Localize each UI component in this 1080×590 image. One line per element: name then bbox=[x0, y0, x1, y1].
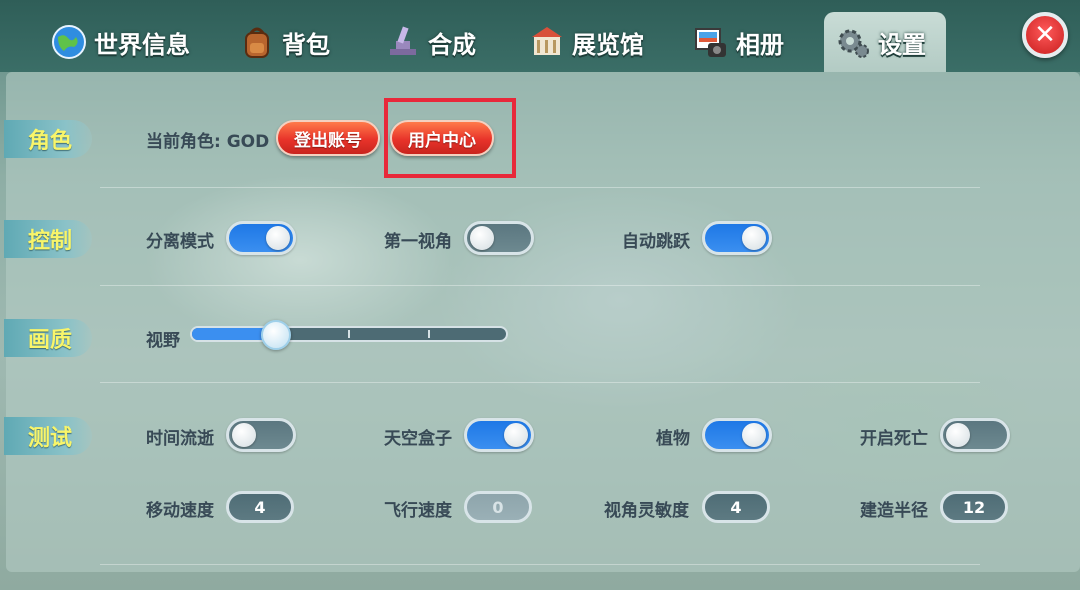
slider-tick bbox=[428, 330, 430, 338]
divider bbox=[100, 285, 980, 286]
section-label-quality: 画质 bbox=[4, 319, 92, 357]
time-flow-toggle[interactable] bbox=[226, 418, 296, 452]
annotation-highlight-box bbox=[384, 98, 516, 178]
move-speed-label: 移动速度 bbox=[146, 500, 214, 521]
fov-slider-track[interactable] bbox=[190, 326, 508, 342]
tab-backpack[interactable]: 背包 bbox=[228, 12, 340, 72]
fly-speed-field[interactable]: 0 bbox=[464, 491, 532, 523]
divider bbox=[100, 382, 980, 383]
divider bbox=[100, 187, 980, 188]
build-radius-field[interactable]: 12 bbox=[940, 491, 1008, 523]
tab-label: 展览馆 bbox=[572, 30, 644, 59]
first-person-toggle[interactable] bbox=[464, 221, 534, 255]
first-person-label: 第一视角 bbox=[384, 231, 452, 252]
toggle-knob bbox=[742, 423, 766, 447]
view-sensitivity-label: 视角灵敏度 bbox=[604, 500, 689, 521]
auto-jump-label: 自动跳跃 bbox=[622, 231, 690, 252]
death-label: 开启死亡 bbox=[860, 428, 928, 449]
logout-button[interactable]: 登出账号 bbox=[276, 120, 380, 156]
move-speed-field[interactable]: 4 bbox=[226, 491, 294, 523]
tab-settings[interactable]: 设置 bbox=[824, 12, 946, 72]
museum-icon bbox=[528, 23, 566, 61]
tab-photo-album[interactable]: 相册 bbox=[682, 12, 794, 72]
slider-tick bbox=[348, 330, 350, 338]
tab-world-info[interactable]: 世界信息 bbox=[40, 12, 200, 72]
skybox-toggle[interactable] bbox=[464, 418, 534, 452]
camera-photo-icon bbox=[692, 23, 730, 61]
toggle-knob bbox=[946, 423, 970, 447]
separate-mode-label: 分离模式 bbox=[146, 231, 214, 252]
toggle-knob bbox=[470, 226, 494, 250]
close-button[interactable]: ✕ bbox=[1022, 12, 1068, 58]
tab-crafting[interactable]: 合成 bbox=[374, 12, 486, 72]
plants-toggle[interactable] bbox=[702, 418, 772, 452]
tab-label: 世界信息 bbox=[94, 30, 190, 59]
gear-icon bbox=[834, 23, 872, 61]
tab-museum[interactable]: 展览馆 bbox=[518, 12, 654, 72]
toggle-knob bbox=[266, 226, 290, 250]
plants-label: 植物 bbox=[656, 428, 690, 449]
section-label-control: 控制 bbox=[4, 220, 92, 258]
backpack-icon bbox=[238, 23, 276, 61]
fov-slider-handle[interactable] bbox=[260, 320, 291, 350]
globe-icon bbox=[50, 23, 88, 61]
time-flow-label: 时间流逝 bbox=[146, 428, 214, 449]
tab-label: 设置 bbox=[878, 30, 926, 59]
section-label-test: 测试 bbox=[4, 417, 92, 455]
toggle-knob bbox=[742, 226, 766, 250]
death-toggle[interactable] bbox=[940, 418, 1010, 452]
anvil-icon bbox=[384, 23, 422, 61]
tab-label: 背包 bbox=[282, 30, 330, 59]
section-label-role: 角色 bbox=[4, 120, 92, 158]
auto-jump-toggle[interactable] bbox=[702, 221, 772, 255]
fov-label: 视野 bbox=[146, 330, 180, 351]
current-role-text: 当前角色: GOD bbox=[146, 131, 270, 152]
separate-mode-toggle[interactable] bbox=[226, 221, 296, 255]
skybox-label: 天空盒子 bbox=[384, 428, 452, 449]
tab-label: 相册 bbox=[736, 30, 784, 59]
fly-speed-label: 飞行速度 bbox=[384, 500, 452, 521]
tab-label: 合成 bbox=[428, 30, 476, 59]
divider bbox=[100, 564, 980, 565]
toggle-knob bbox=[232, 423, 256, 447]
build-radius-label: 建造半径 bbox=[860, 500, 928, 521]
view-sensitivity-field[interactable]: 4 bbox=[702, 491, 770, 523]
close-icon: ✕ bbox=[1034, 20, 1056, 50]
toggle-knob bbox=[504, 423, 528, 447]
